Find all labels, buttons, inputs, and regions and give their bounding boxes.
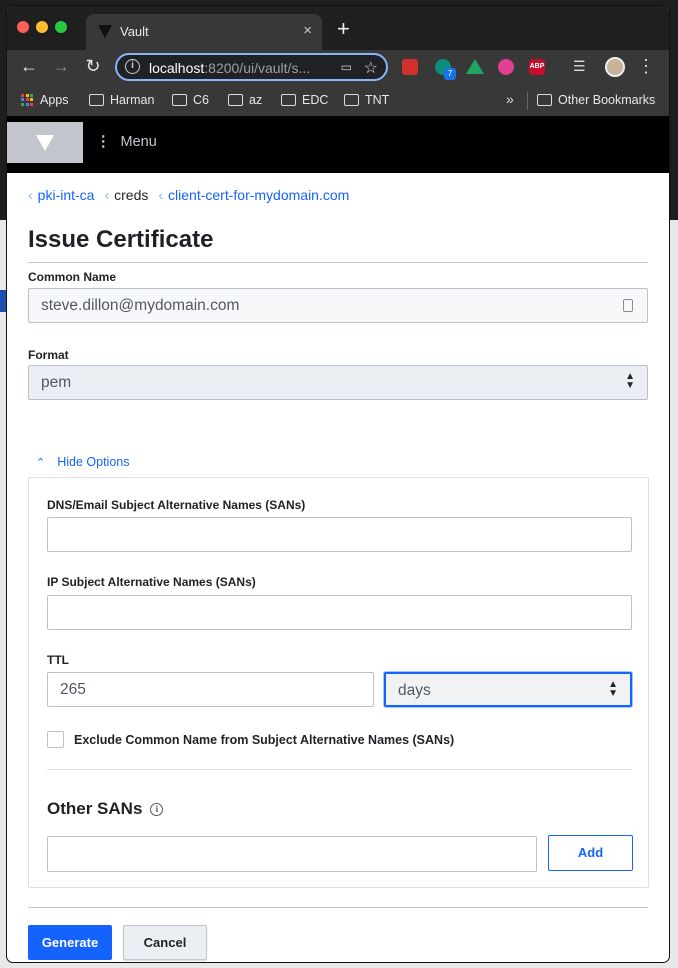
apps-grid-icon [21,93,34,107]
back-arrow-icon[interactable]: ← [17,56,41,77]
folder-icon [537,94,552,106]
menu-button[interactable]: ⋮ Menu [96,134,157,150]
bookmark-tnt[interactable]: TNT [344,93,389,107]
info-icon[interactable]: i [150,802,164,816]
dns-sans-label: DNS/Email Subject Alternative Names (SAN… [47,498,306,512]
maximize-window-button[interactable] [55,21,67,33]
other-sans-heading: Other SANs i [47,799,164,819]
bookmarks-overflow-icon[interactable]: » [506,91,514,107]
folder-icon [89,94,104,106]
lastpass-extension-icon[interactable] [402,59,418,75]
autofill-icon [623,299,633,312]
ttl-input[interactable]: 265 [47,672,374,707]
ttl-unit-select[interactable]: days ▲ ▼ [384,672,632,707]
folder-icon [228,94,243,106]
bookmark-c6[interactable]: C6 [172,93,209,107]
site-info-icon[interactable]: i [125,59,140,74]
format-value: pem [41,374,72,391]
add-button[interactable]: Add [548,835,633,871]
menu-dots-icon: ⋮ [96,134,111,150]
bookmarks-bar: Apps Harman C6 az EDC TNT » Other Bookma… [7,86,669,116]
exclude-cn-checkbox[interactable] [47,731,64,748]
close-window-button[interactable] [17,21,29,33]
browser-menu-icon[interactable]: ⋮ [637,56,655,77]
exclude-cn-label[interactable]: Exclude Common Name from Subject Alterna… [74,733,454,747]
url-text: localhost:8200/ui/vault/s... [149,60,311,76]
tab-strip: Vault × + [7,6,669,50]
ip-sans-input[interactable] [47,595,632,630]
window-controls [17,21,67,33]
extension-pink-icon[interactable] [498,59,514,75]
bookmark-apps[interactable]: Apps [21,93,69,107]
extension-badge: 7 [444,68,456,80]
reload-icon[interactable]: ↻ [81,56,105,77]
breadcrumb-item-pki[interactable]: ‹ pki-int-ca [28,187,94,203]
forward-arrow-icon[interactable]: → [49,56,73,77]
breadcrumb-item-role[interactable]: ‹ client-cert-for-mydomain.com [158,187,349,203]
bookmark-az[interactable]: az [228,93,262,107]
bookmark-other[interactable]: Other Bookmarks [537,93,655,107]
generate-button[interactable]: Generate [28,925,112,960]
vault-header: ⋮ Menu [7,116,669,173]
options-divider [47,769,632,770]
main-content: ‹ pki-int-ca ‹ creds ‹ client-cert-for-m… [7,173,669,962]
breadcrumb-item-creds: ‹ creds [104,187,149,203]
browser-toolbar: ← → ↻ i localhost:8200/ui/vault/s... ▭ ☆… [7,50,669,86]
tab-close-icon[interactable]: × [303,22,312,39]
title-divider [28,262,648,263]
ttl-unit-value: days [398,682,431,699]
options-panel: DNS/Email Subject Alternative Names (SAN… [28,477,649,888]
format-select[interactable]: pem ▲ ▼ [28,365,648,400]
media-queue-icon[interactable]: ☰ [573,58,589,74]
folder-icon [344,94,359,106]
bookmark-edc[interactable]: EDC [281,93,328,107]
hide-options-toggle[interactable]: ⌃ Hide Options [36,455,129,469]
profile-avatar[interactable] [605,57,625,77]
vault-favicon-icon [98,25,112,38]
google-drive-icon[interactable] [466,59,484,74]
page-title: Issue Certificate [28,226,214,253]
browser-window: Vault × + ← → ↻ i localhost:8200/ui/vaul… [7,6,669,962]
chevron-up-icon: ⌃ [36,456,46,469]
adblock-plus-icon[interactable]: ABP [529,59,545,75]
common-name-input[interactable]: steve.dillon@mydomain.com [28,288,648,323]
chevron-left-icon: ‹ [158,187,164,203]
folder-icon [172,94,187,106]
bookmark-star-icon[interactable]: ☆ [364,58,378,78]
breadcrumb: ‹ pki-int-ca ‹ creds ‹ client-cert-for-m… [28,187,349,203]
tab-vault[interactable]: Vault × [86,14,322,50]
vault-logo[interactable] [7,122,83,163]
common-name-value: steve.dillon@mydomain.com [41,297,240,314]
chevron-left-icon: ‹ [28,187,33,203]
select-updown-icon: ▲ ▼ [608,679,618,699]
folder-icon [281,94,296,106]
address-bar[interactable]: i localhost:8200/ui/vault/s... ▭ ☆ [115,53,388,81]
ttl-label: TTL [47,653,69,667]
cast-icon[interactable]: ▭ [341,60,352,74]
dns-sans-input[interactable] [47,517,632,552]
bookmark-harman[interactable]: Harman [89,93,154,107]
chevron-left-icon: ‹ [104,187,110,203]
ip-sans-label: IP Subject Alternative Names (SANs) [47,575,256,589]
select-updown-icon: ▲ ▼ [625,371,635,391]
footer-divider [28,907,648,908]
cancel-button[interactable]: Cancel [123,925,207,960]
other-sans-textarea[interactable] [47,836,537,872]
bookmarks-divider [527,92,528,110]
format-label: Format [28,348,69,362]
vault-triangle-icon [36,135,54,151]
minimize-window-button[interactable] [36,21,48,33]
new-tab-button[interactable]: + [337,16,350,42]
tab-title: Vault [120,24,149,39]
common-name-label: Common Name [28,270,117,284]
